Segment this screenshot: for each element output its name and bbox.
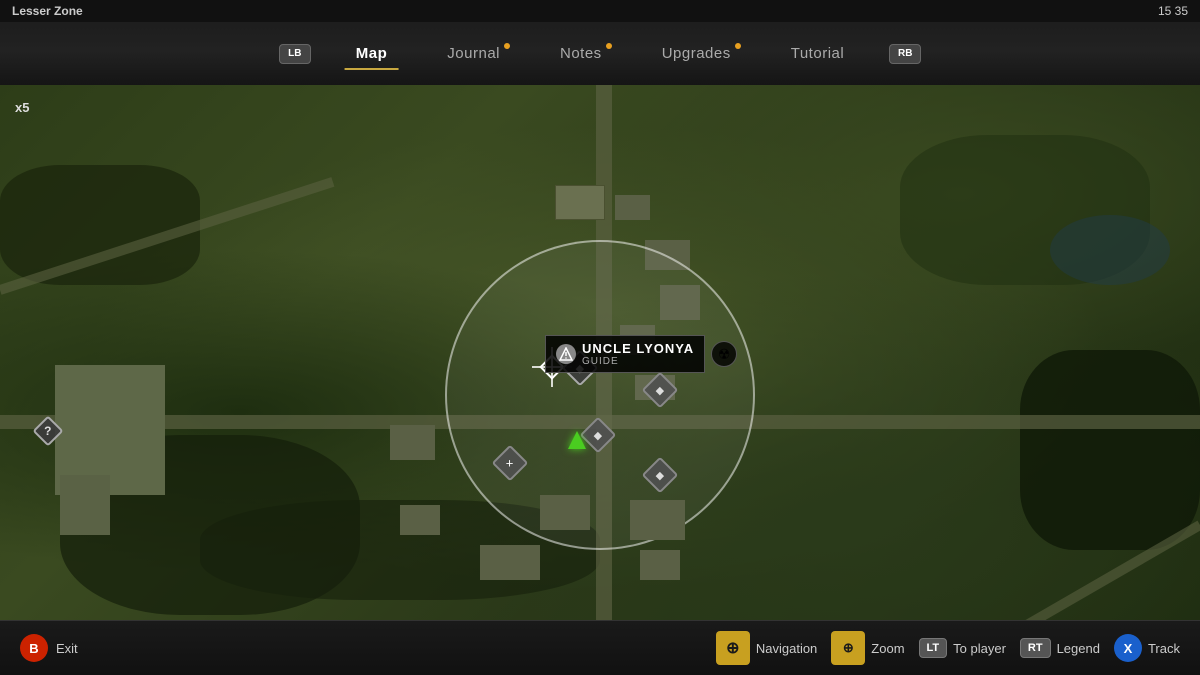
upgrades-dot bbox=[735, 43, 741, 49]
detection-circle bbox=[445, 240, 755, 550]
building-lower-1 bbox=[390, 425, 435, 460]
tab-journal[interactable]: Journal bbox=[417, 37, 530, 70]
building-lower-2 bbox=[400, 505, 440, 535]
b-button[interactable]: B bbox=[20, 634, 48, 662]
dpad-icon[interactable]: ⊕ bbox=[716, 631, 750, 665]
scale-indicator: x5 bbox=[15, 100, 29, 115]
map-container: x5 ? ◆ ◆ ◆ + ◆ bbox=[0, 85, 1200, 630]
zoom-label: Zoom bbox=[871, 641, 904, 656]
tab-tutorial[interactable]: Tutorial bbox=[761, 37, 874, 70]
npc-name: UNCLE LYONYA bbox=[582, 341, 694, 356]
npc-tooltip[interactable]: UNCLE LYONYA GUIDE ☢ bbox=[545, 335, 737, 373]
journal-dot bbox=[504, 43, 510, 49]
tab-upgrades[interactable]: Upgrades bbox=[632, 37, 761, 70]
rb-button[interactable]: RB bbox=[889, 44, 921, 64]
track-control: X Track bbox=[1114, 634, 1180, 662]
nav-tabs: LB Map Journal Notes Upgrades Tutorial R… bbox=[0, 22, 1200, 85]
building-left-2 bbox=[60, 475, 110, 535]
npc-biohazard-icon: ☢ bbox=[711, 341, 737, 367]
dpad-zoom-icon[interactable]: ⊕ bbox=[831, 631, 865, 665]
notes-dot bbox=[606, 43, 612, 49]
rt-button[interactable]: RT bbox=[1020, 638, 1051, 658]
building-lower-6 bbox=[480, 545, 540, 580]
zoom-control: ⊕ Zoom bbox=[831, 631, 904, 665]
lt-button[interactable]: LT bbox=[919, 638, 948, 658]
building-lower-5 bbox=[640, 550, 680, 580]
building-lower-4 bbox=[630, 500, 685, 540]
navigation-control: ⊕ Navigation bbox=[716, 631, 817, 665]
tab-map[interactable]: Map bbox=[326, 37, 418, 70]
npc-icon bbox=[556, 344, 576, 364]
navigation-label: Navigation bbox=[756, 641, 817, 656]
time-display: 15 35 bbox=[1158, 4, 1188, 18]
x-button[interactable]: X bbox=[1114, 634, 1142, 662]
bottom-bar: B Exit ⊕ Navigation ⊕ Zoom LT To player … bbox=[0, 620, 1200, 675]
npc-role: GUIDE bbox=[582, 356, 694, 367]
water-body bbox=[1050, 215, 1170, 285]
exit-label: Exit bbox=[56, 641, 78, 656]
legend-label: Legend bbox=[1057, 641, 1100, 656]
system-bar: Lesser Zone 15 35 bbox=[0, 0, 1200, 22]
building-2 bbox=[615, 195, 650, 220]
zone-label: Lesser Zone bbox=[12, 4, 83, 18]
player-marker bbox=[568, 431, 586, 449]
map-background: x5 ? ◆ ◆ ◆ + ◆ bbox=[0, 85, 1200, 630]
legend-control: RT Legend bbox=[1020, 638, 1100, 658]
top-bar: Lesser Zone 15 35 LB Map Journal Notes U… bbox=[0, 0, 1200, 85]
tab-notes[interactable]: Notes bbox=[530, 37, 632, 70]
track-label: Track bbox=[1148, 641, 1180, 656]
right-controls: ⊕ Navigation ⊕ Zoom LT To player RT Lege… bbox=[716, 631, 1180, 665]
to-player-label: To player bbox=[953, 641, 1006, 656]
to-player-control: LT To player bbox=[919, 638, 1006, 658]
building-1 bbox=[555, 185, 605, 220]
building-lower-3 bbox=[540, 495, 590, 530]
npc-info-box: UNCLE LYONYA GUIDE bbox=[545, 335, 705, 373]
lb-button[interactable]: LB bbox=[279, 44, 311, 64]
exit-control: B Exit bbox=[20, 634, 78, 662]
